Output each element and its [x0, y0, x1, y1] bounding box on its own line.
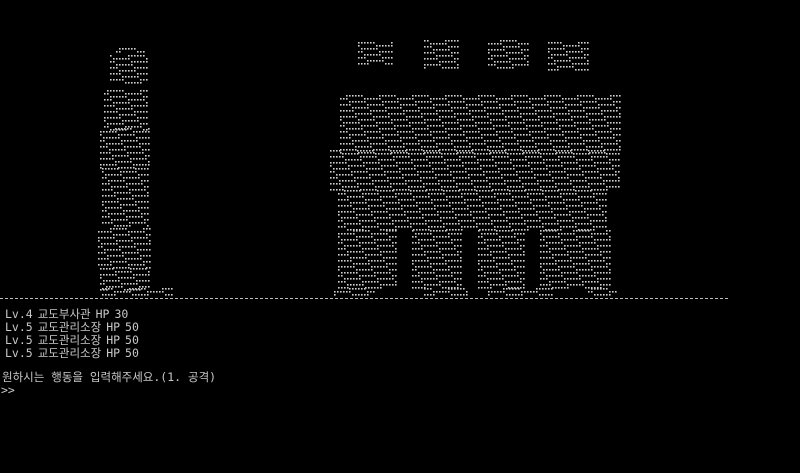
enemy-hp-label: HP — [106, 320, 121, 334]
enemy-name: 교도관리소장 — [37, 320, 102, 334]
divider-line — [0, 298, 728, 299]
enemy-hp: 50 — [125, 333, 139, 347]
enemy-entry: Lv.5 교도관리소장 HP 50 — [5, 347, 144, 360]
enemy-list: Lv.4 교도부사관 HP 30 Lv.5 교도관리소장 HP 50 Lv.5 교도관리소장 H… — [5, 308, 144, 360]
enemy-hp: 30 — [114, 307, 129, 321]
enemy-name: 교도부사관 — [37, 307, 91, 321]
enemy-name: 교도관리소장 — [37, 333, 102, 347]
action-prompt: 원하시는 행동을 입력해주세요.(1. 공격) — [2, 370, 217, 384]
guard-figure — [98, 48, 173, 296]
ascii-art-scene — [98, 40, 621, 296]
enemy-level: Lv.5 — [5, 333, 33, 347]
input-caret[interactable] — [16, 383, 22, 395]
input-prefix: >> — [1, 383, 15, 397]
enemy-hp: 50 — [125, 320, 139, 334]
enemy-hp-label: HP — [95, 307, 110, 321]
enemy-hp-label: HP — [106, 333, 121, 347]
enemy-level: Lv.5 — [5, 346, 33, 360]
enemy-hp-label: HP — [106, 346, 121, 360]
enemy-level: Lv.5 — [5, 320, 33, 334]
enemy-level: Lv.4 — [5, 307, 33, 321]
guard-group — [330, 40, 621, 296]
enemy-name: 교도관리소장 — [37, 346, 102, 360]
command-input[interactable]: >> — [1, 383, 22, 397]
enemy-hp: 50 — [125, 346, 139, 360]
